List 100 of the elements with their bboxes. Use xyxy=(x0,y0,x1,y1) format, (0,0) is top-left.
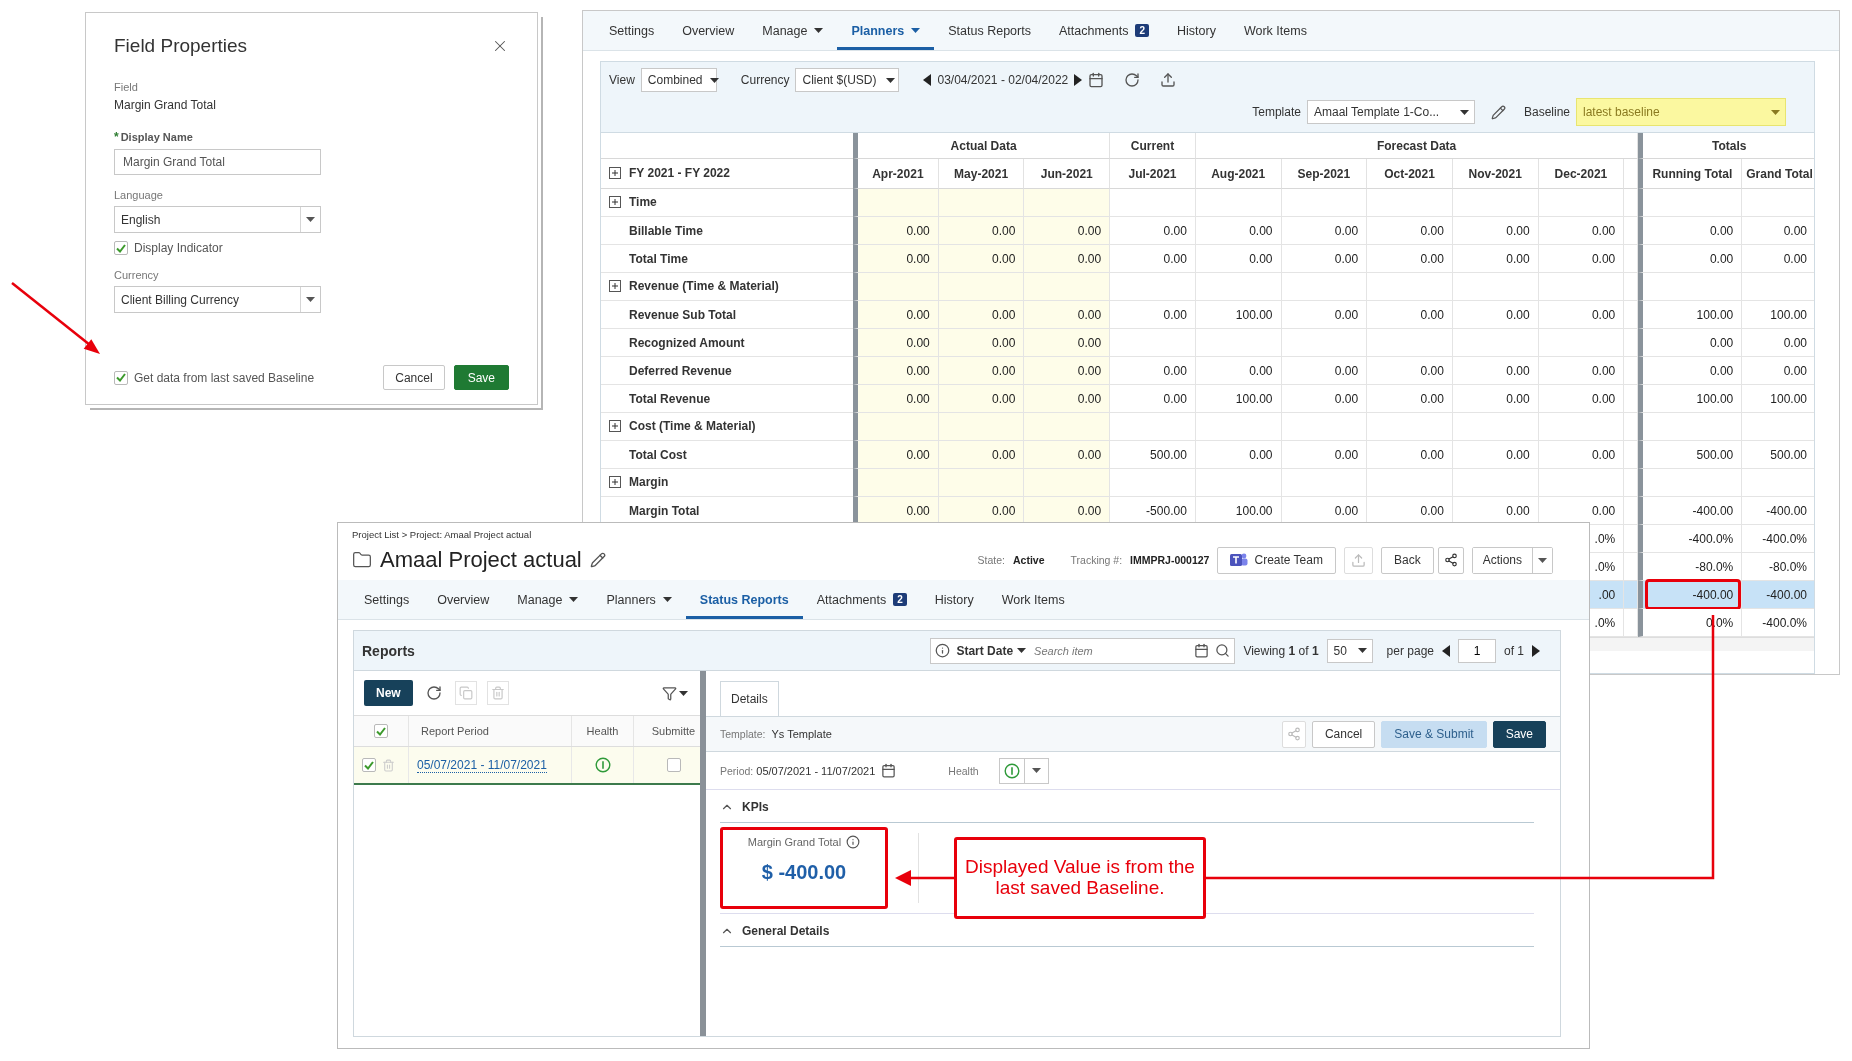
export-icon[interactable] xyxy=(1160,72,1177,88)
previous-arrow-icon[interactable] xyxy=(923,74,932,86)
checkbox[interactable] xyxy=(114,370,128,385)
currency-dropdown[interactable]: Client $(USD) xyxy=(795,68,900,92)
table-cell: 0.00 xyxy=(1334,251,1359,266)
edit-icon[interactable] xyxy=(589,552,606,568)
page-field[interactable]: 1 xyxy=(1458,638,1496,663)
column-header: Health xyxy=(586,725,619,737)
page-total: of 1 xyxy=(1504,643,1524,658)
view-dropdown[interactable]: Combined xyxy=(640,68,717,92)
template-value: Ys Template xyxy=(771,728,832,740)
health-dropdown[interactable] xyxy=(998,757,1049,784)
expand-icon[interactable] xyxy=(609,166,621,179)
panel-title: Reports xyxy=(362,642,415,659)
edit-icon[interactable] xyxy=(1490,104,1506,120)
currency-dropdown[interactable]: Client Billing Currency xyxy=(114,286,321,313)
table-cell: 0.00 xyxy=(1163,223,1187,238)
calendar-icon[interactable] xyxy=(881,763,897,778)
create-team-button[interactable]: Create Team xyxy=(1217,546,1336,574)
state-label: State: xyxy=(977,554,1006,566)
tab[interactable]: Settings xyxy=(595,11,669,50)
back-button[interactable]: Back xyxy=(1380,546,1434,574)
kpi-label: Margin Grand Total xyxy=(747,836,842,848)
section-title: KPIs xyxy=(742,800,769,814)
next-arrow-icon[interactable] xyxy=(1074,74,1083,86)
next-arrow-icon[interactable] xyxy=(1532,644,1540,657)
sort-dropdown[interactable]: Start Date xyxy=(956,643,1027,658)
kpi-value: $ -400.00 xyxy=(761,861,847,884)
previous-arrow-icon[interactable] xyxy=(1442,644,1450,657)
info-icon[interactable] xyxy=(846,835,861,849)
table-cell: 0.00 xyxy=(1709,251,1734,266)
actions-button[interactable]: Actions xyxy=(1471,546,1553,574)
column-header: Submitte xyxy=(651,725,696,737)
checkbox[interactable] xyxy=(362,758,376,772)
share-button[interactable] xyxy=(1437,546,1464,574)
report-period-link[interactable]: 05/07/2021 - 11/07/2021 xyxy=(417,757,547,773)
expand-icon[interactable] xyxy=(609,195,621,208)
table-cell: 0.00 xyxy=(1249,447,1273,462)
tab[interactable]: Attachments 2 xyxy=(802,580,921,619)
save-submit-button[interactable]: Save & Submit xyxy=(1381,720,1487,748)
table-cell: -400.00 xyxy=(1766,587,1807,602)
calendar-icon[interactable] xyxy=(1194,643,1210,658)
tab[interactable]: Status Reports xyxy=(685,580,803,619)
tab[interactable]: History xyxy=(1163,11,1230,50)
column-group-header: Current xyxy=(1110,133,1196,159)
table-cell: 0.00 xyxy=(1506,223,1530,238)
teams-icon xyxy=(1230,552,1249,568)
search-field[interactable]: Start Date Search item xyxy=(930,637,1236,664)
calendar-icon[interactable] xyxy=(1088,72,1105,88)
table-cell: 100.00 xyxy=(1770,307,1807,322)
cancel-button[interactable]: Cancel xyxy=(383,365,445,390)
table-cell: 0.00 xyxy=(1591,447,1616,462)
tab[interactable]: History xyxy=(920,580,988,619)
template-dropdown[interactable]: Amaal Template 1-Co... xyxy=(1306,100,1475,124)
share-icon xyxy=(1286,727,1301,741)
save-button[interactable]: Save xyxy=(453,365,509,390)
tab[interactable]: Settings xyxy=(350,580,424,619)
language-dropdown[interactable]: English xyxy=(114,206,321,233)
folder-icon xyxy=(352,550,372,570)
checkbox[interactable] xyxy=(114,241,128,255)
table-cell: 0.00 xyxy=(1709,223,1734,238)
expand-icon[interactable] xyxy=(609,279,621,292)
search-icon[interactable] xyxy=(1215,643,1231,658)
tab[interactable]: Planners xyxy=(837,11,935,50)
tab[interactable]: Attachments 2 xyxy=(1044,11,1163,50)
table-cell: -400.0% xyxy=(1762,531,1807,546)
tab[interactable]: Manage xyxy=(503,580,593,619)
tab[interactable]: Work Items xyxy=(1229,11,1321,50)
tab[interactable]: Work Items xyxy=(987,580,1079,619)
table-cell: -400.0% xyxy=(1688,531,1734,546)
dialog-title: Field Properties xyxy=(114,35,248,57)
row-label: Margin Total xyxy=(629,503,700,518)
expand-icon[interactable] xyxy=(609,419,621,432)
save-button[interactable]: Save xyxy=(1492,720,1546,748)
state-value: Active xyxy=(1013,554,1045,566)
report-row[interactable]: 05/07/2021 - 11/07/2021 xyxy=(354,747,700,785)
table-cell: 0.00 xyxy=(1591,391,1616,406)
table-cell: -400.0% xyxy=(1762,615,1807,630)
tab[interactable]: Planners xyxy=(592,580,686,619)
expand-icon[interactable] xyxy=(609,475,621,488)
tab[interactable]: Status Reports xyxy=(934,11,1045,50)
new-button[interactable]: New xyxy=(364,680,413,706)
tab[interactable]: Overview xyxy=(423,580,504,619)
cancel-button[interactable]: Cancel xyxy=(1311,720,1376,748)
row-label: Revenue (Time & Material) xyxy=(629,278,779,293)
table-cell: 0.00 xyxy=(906,447,930,462)
refresh-icon[interactable] xyxy=(1124,72,1141,88)
table-cell: 0.00 xyxy=(1163,307,1187,322)
field-value: Margin Grand Total xyxy=(114,98,217,112)
details-tab[interactable]: Details xyxy=(720,681,779,716)
baseline-dropdown[interactable]: latest baseline xyxy=(1576,98,1786,126)
tab[interactable]: Manage xyxy=(748,11,838,50)
table-cell: 0.00 xyxy=(1077,391,1102,406)
page-size-dropdown[interactable]: 50 xyxy=(1326,638,1373,663)
display-name-field[interactable]: Margin Grand Total xyxy=(114,149,321,175)
select-all-checkbox[interactable] xyxy=(374,724,388,738)
submitted-checkbox[interactable] xyxy=(667,758,681,772)
tab[interactable]: Overview xyxy=(668,11,749,50)
row-label: Cost (Time & Material) xyxy=(629,418,756,433)
share-icon xyxy=(1443,553,1458,567)
